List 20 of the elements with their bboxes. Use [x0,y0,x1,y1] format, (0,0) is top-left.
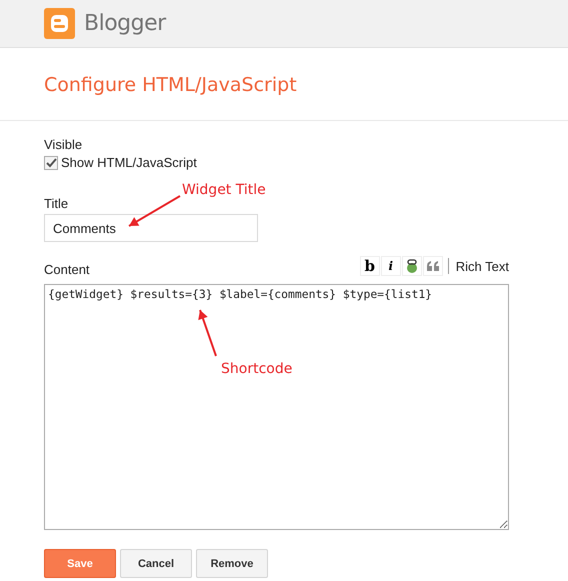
checkbox-label: Show HTML/JavaScript [61,155,197,170]
annotation-label: Shortcode [221,361,292,377]
italic-button[interactable]: i [380,256,401,276]
brand-name: Blogger [84,11,166,36]
logo-icon [44,8,75,39]
annotation-label: Widget Title [182,182,266,198]
page-title: Configure HTML/JavaScript [0,48,568,121]
visible-label: Visible [44,137,84,152]
arrow-icon [196,308,220,358]
rich-text-link[interactable]: Rich Text [456,258,509,274]
link-button[interactable] [402,256,422,276]
link-icon [404,259,419,273]
title-field[interactable]: Comments [44,214,258,242]
cancel-button[interactable]: Cancel [120,549,192,578]
bold-button[interactable]: b [360,256,380,276]
title-label: Title [44,196,70,211]
content-label: Content [44,262,90,279]
quote-icon [426,260,440,272]
checkbox[interactable] [44,156,58,170]
remove-button[interactable]: Remove [196,549,268,578]
